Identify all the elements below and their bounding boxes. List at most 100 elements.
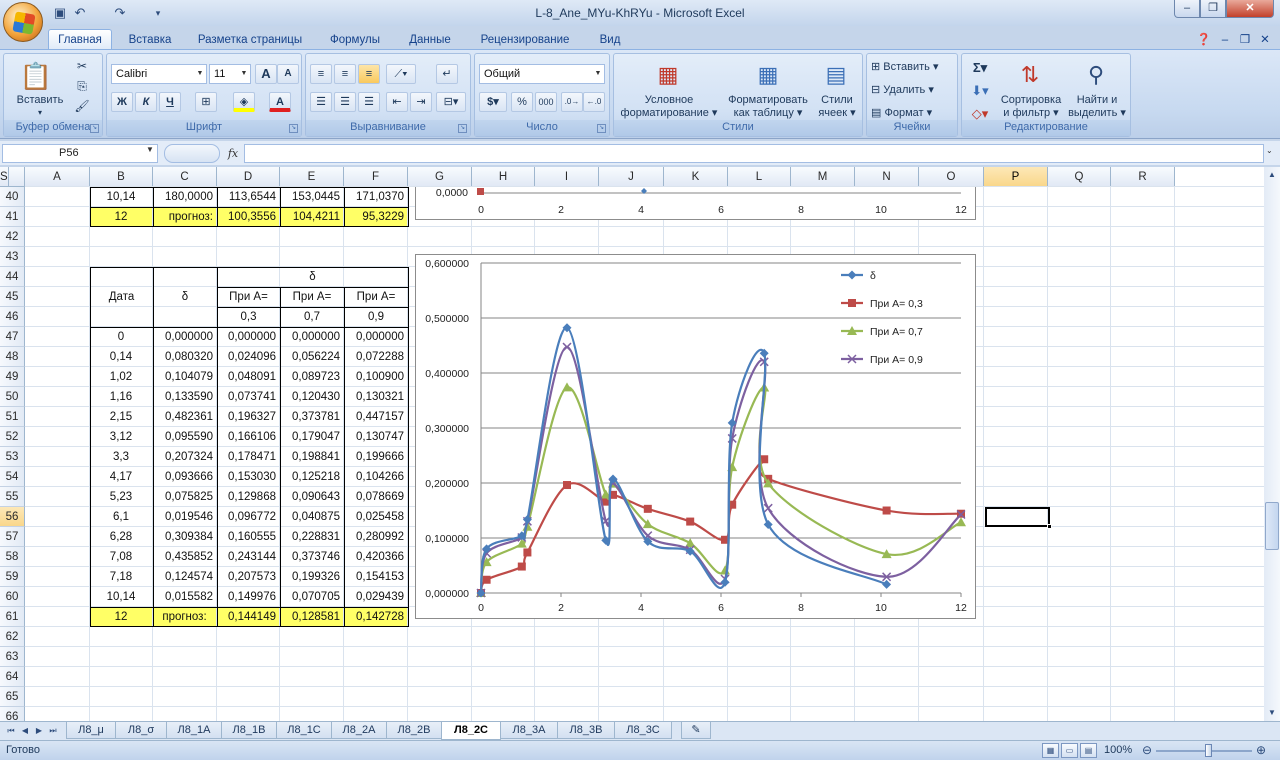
cell-E55[interactable]: 0,090643 [280, 487, 343, 507]
cell-E51[interactable]: 0,373781 [280, 407, 343, 427]
font-launcher-icon[interactable]: ↘ [289, 124, 298, 133]
cell-F59[interactable]: 0,154153 [344, 567, 407, 587]
row-header-43[interactable]: 43 [0, 247, 25, 267]
cell-B61[interactable]: 12 [90, 607, 152, 627]
row-header-50[interactable]: 50 [0, 387, 25, 407]
cell-E49[interactable]: 0,089723 [280, 367, 343, 387]
fill-handle[interactable] [1047, 524, 1052, 529]
row-header-47[interactable]: 47 [0, 327, 25, 347]
row-header-42[interactable]: 42 [0, 227, 25, 247]
cell-C61[interactable]: прогноз: [153, 607, 216, 627]
format-as-table-button[interactable]: Форматировать как таблицу ▾ [722, 94, 814, 119]
row-header-61[interactable]: 61 [0, 607, 25, 627]
shrink-font-button[interactable]: A [277, 64, 299, 84]
align-bottom-icon[interactable]: ≡ [358, 64, 380, 84]
tab-home[interactable]: Главная [48, 29, 112, 50]
sheet-tab[interactable]: Л8_1В [221, 722, 277, 739]
row-header-45[interactable]: 45 [0, 287, 25, 307]
cell-C47[interactable]: 0,000000 [153, 327, 216, 347]
cell-D58[interactable]: 0,243144 [217, 547, 279, 567]
zoom-slider[interactable] [1156, 750, 1252, 752]
row-header-53[interactable]: 53 [0, 447, 25, 467]
column-header-Q[interactable]: Q [1048, 167, 1111, 187]
cell-E54[interactable]: 0,125218 [280, 467, 343, 487]
cell-D60[interactable]: 0,149976 [217, 587, 279, 607]
cell-D55[interactable]: 0,129868 [217, 487, 279, 507]
tab-data[interactable]: Данные [398, 31, 462, 50]
align-left-icon[interactable]: ☰ [310, 92, 332, 112]
align-center-icon[interactable]: ☰ [334, 92, 356, 112]
normal-view-icon[interactable]: ▦ [1042, 743, 1059, 758]
grow-font-button[interactable]: A [255, 64, 277, 84]
cell-C49[interactable]: 0,104079 [153, 367, 216, 387]
cell-D56[interactable]: 0,096772 [217, 507, 279, 527]
minimize-button[interactable]: – [1174, 0, 1200, 18]
cell-B60[interactable]: 10,14 [90, 587, 152, 607]
prev-sheet-icon[interactable]: ◀ [18, 724, 32, 738]
cell-D52[interactable]: 0,166106 [217, 427, 279, 447]
formula-input[interactable] [244, 144, 1264, 163]
cell-E56[interactable]: 0,040875 [280, 507, 343, 527]
format-as-table-icon[interactable]: ▦ [752, 58, 784, 90]
cell-D59[interactable]: 0,207573 [217, 567, 279, 587]
row-header-48[interactable]: 48 [0, 347, 25, 367]
cell-D50[interactable]: 0,073741 [217, 387, 279, 407]
find-binoculars-icon[interactable]: ⚲ [1080, 58, 1112, 90]
cell-C48[interactable]: 0,080320 [153, 347, 216, 367]
cell-E61[interactable]: 0,128581 [280, 607, 343, 627]
cell-F55[interactable]: 0,078669 [344, 487, 407, 507]
cell-styles-button[interactable]: Стили ячеек ▾ [814, 94, 860, 119]
fill-color-icon[interactable]: ◈ [233, 92, 255, 112]
cell-C53[interactable]: 0,207324 [153, 447, 216, 467]
last-sheet-icon[interactable]: ⏭ [46, 724, 60, 738]
cell-B55[interactable]: 5,23 [90, 487, 152, 507]
increase-indent-icon[interactable]: ⇥ [410, 92, 432, 112]
italic-button[interactable]: К [135, 92, 157, 112]
row-header-46[interactable]: 46 [0, 307, 25, 327]
cell-styles-icon[interactable]: ▤ [820, 58, 852, 90]
row-header-49[interactable]: 49 [0, 367, 25, 387]
cell-C40[interactable]: 180,0000 [153, 187, 216, 207]
column-header-R[interactable]: R [1111, 167, 1175, 187]
cell-F53[interactable]: 0,199666 [344, 447, 407, 467]
selected-cell-P56[interactable] [985, 507, 1052, 529]
cell-E48[interactable]: 0,056224 [280, 347, 343, 367]
merge-center-icon[interactable]: ⊟▾ [436, 92, 466, 112]
cell-E50[interactable]: 0,120430 [280, 387, 343, 407]
row-header-56[interactable]: 56 [0, 507, 25, 527]
next-sheet-icon[interactable]: ▶ [32, 724, 46, 738]
align-top-icon[interactable]: ≡ [310, 64, 332, 84]
cell-F61[interactable]: 0,142728 [344, 607, 407, 627]
row-header-44[interactable]: 44 [0, 267, 25, 287]
zoom-in-icon[interactable]: ⊕ [1256, 743, 1266, 757]
row-header-57[interactable]: 57 [0, 527, 25, 547]
decrease-decimal-icon[interactable]: ←.0 [583, 92, 605, 112]
sheet-tab[interactable]: Л8_2В [386, 722, 442, 739]
row-header-60[interactable]: 60 [0, 587, 25, 607]
paste-button[interactable]: Вставить [10, 94, 70, 106]
cell-B49[interactable]: 1,02 [90, 367, 152, 387]
font-color-icon[interactable]: A [269, 92, 291, 112]
sheet-tab[interactable]: Л8_3В [557, 722, 615, 739]
sheet-tab[interactable]: Л8_1А [166, 722, 222, 739]
cell-F54[interactable]: 0,104266 [344, 467, 407, 487]
column-header-B[interactable]: B [90, 167, 153, 187]
sheet-tab[interactable]: Л8_2С [441, 722, 501, 740]
cell-F58[interactable]: 0,420366 [344, 547, 407, 567]
tab-page-layout[interactable]: Разметка страницы [190, 31, 310, 50]
column-header-A[interactable]: A [25, 167, 90, 187]
cell-B47[interactable]: 0 [90, 327, 152, 347]
row-header-54[interactable]: 54 [0, 467, 25, 487]
cell-E47[interactable]: 0,000000 [280, 327, 343, 347]
cell-B59[interactable]: 7,18 [90, 567, 152, 587]
help-icon[interactable]: ❓ [1196, 31, 1212, 50]
cell-B57[interactable]: 6,28 [90, 527, 152, 547]
cell-D54[interactable]: 0,153030 [217, 467, 279, 487]
ribbon-restore-icon[interactable]: ❐ [1238, 31, 1252, 50]
row-header-63[interactable]: 63 [0, 647, 25, 667]
chart-top-partial[interactable]: 0 2 4 6 8 10 12 0,0000 [415, 187, 976, 220]
zoom-slider-thumb[interactable] [1205, 744, 1212, 757]
cell-E53[interactable]: 0,198841 [280, 447, 343, 467]
row-header-64[interactable]: 64 [0, 667, 25, 687]
cell-E58[interactable]: 0,373746 [280, 547, 343, 567]
